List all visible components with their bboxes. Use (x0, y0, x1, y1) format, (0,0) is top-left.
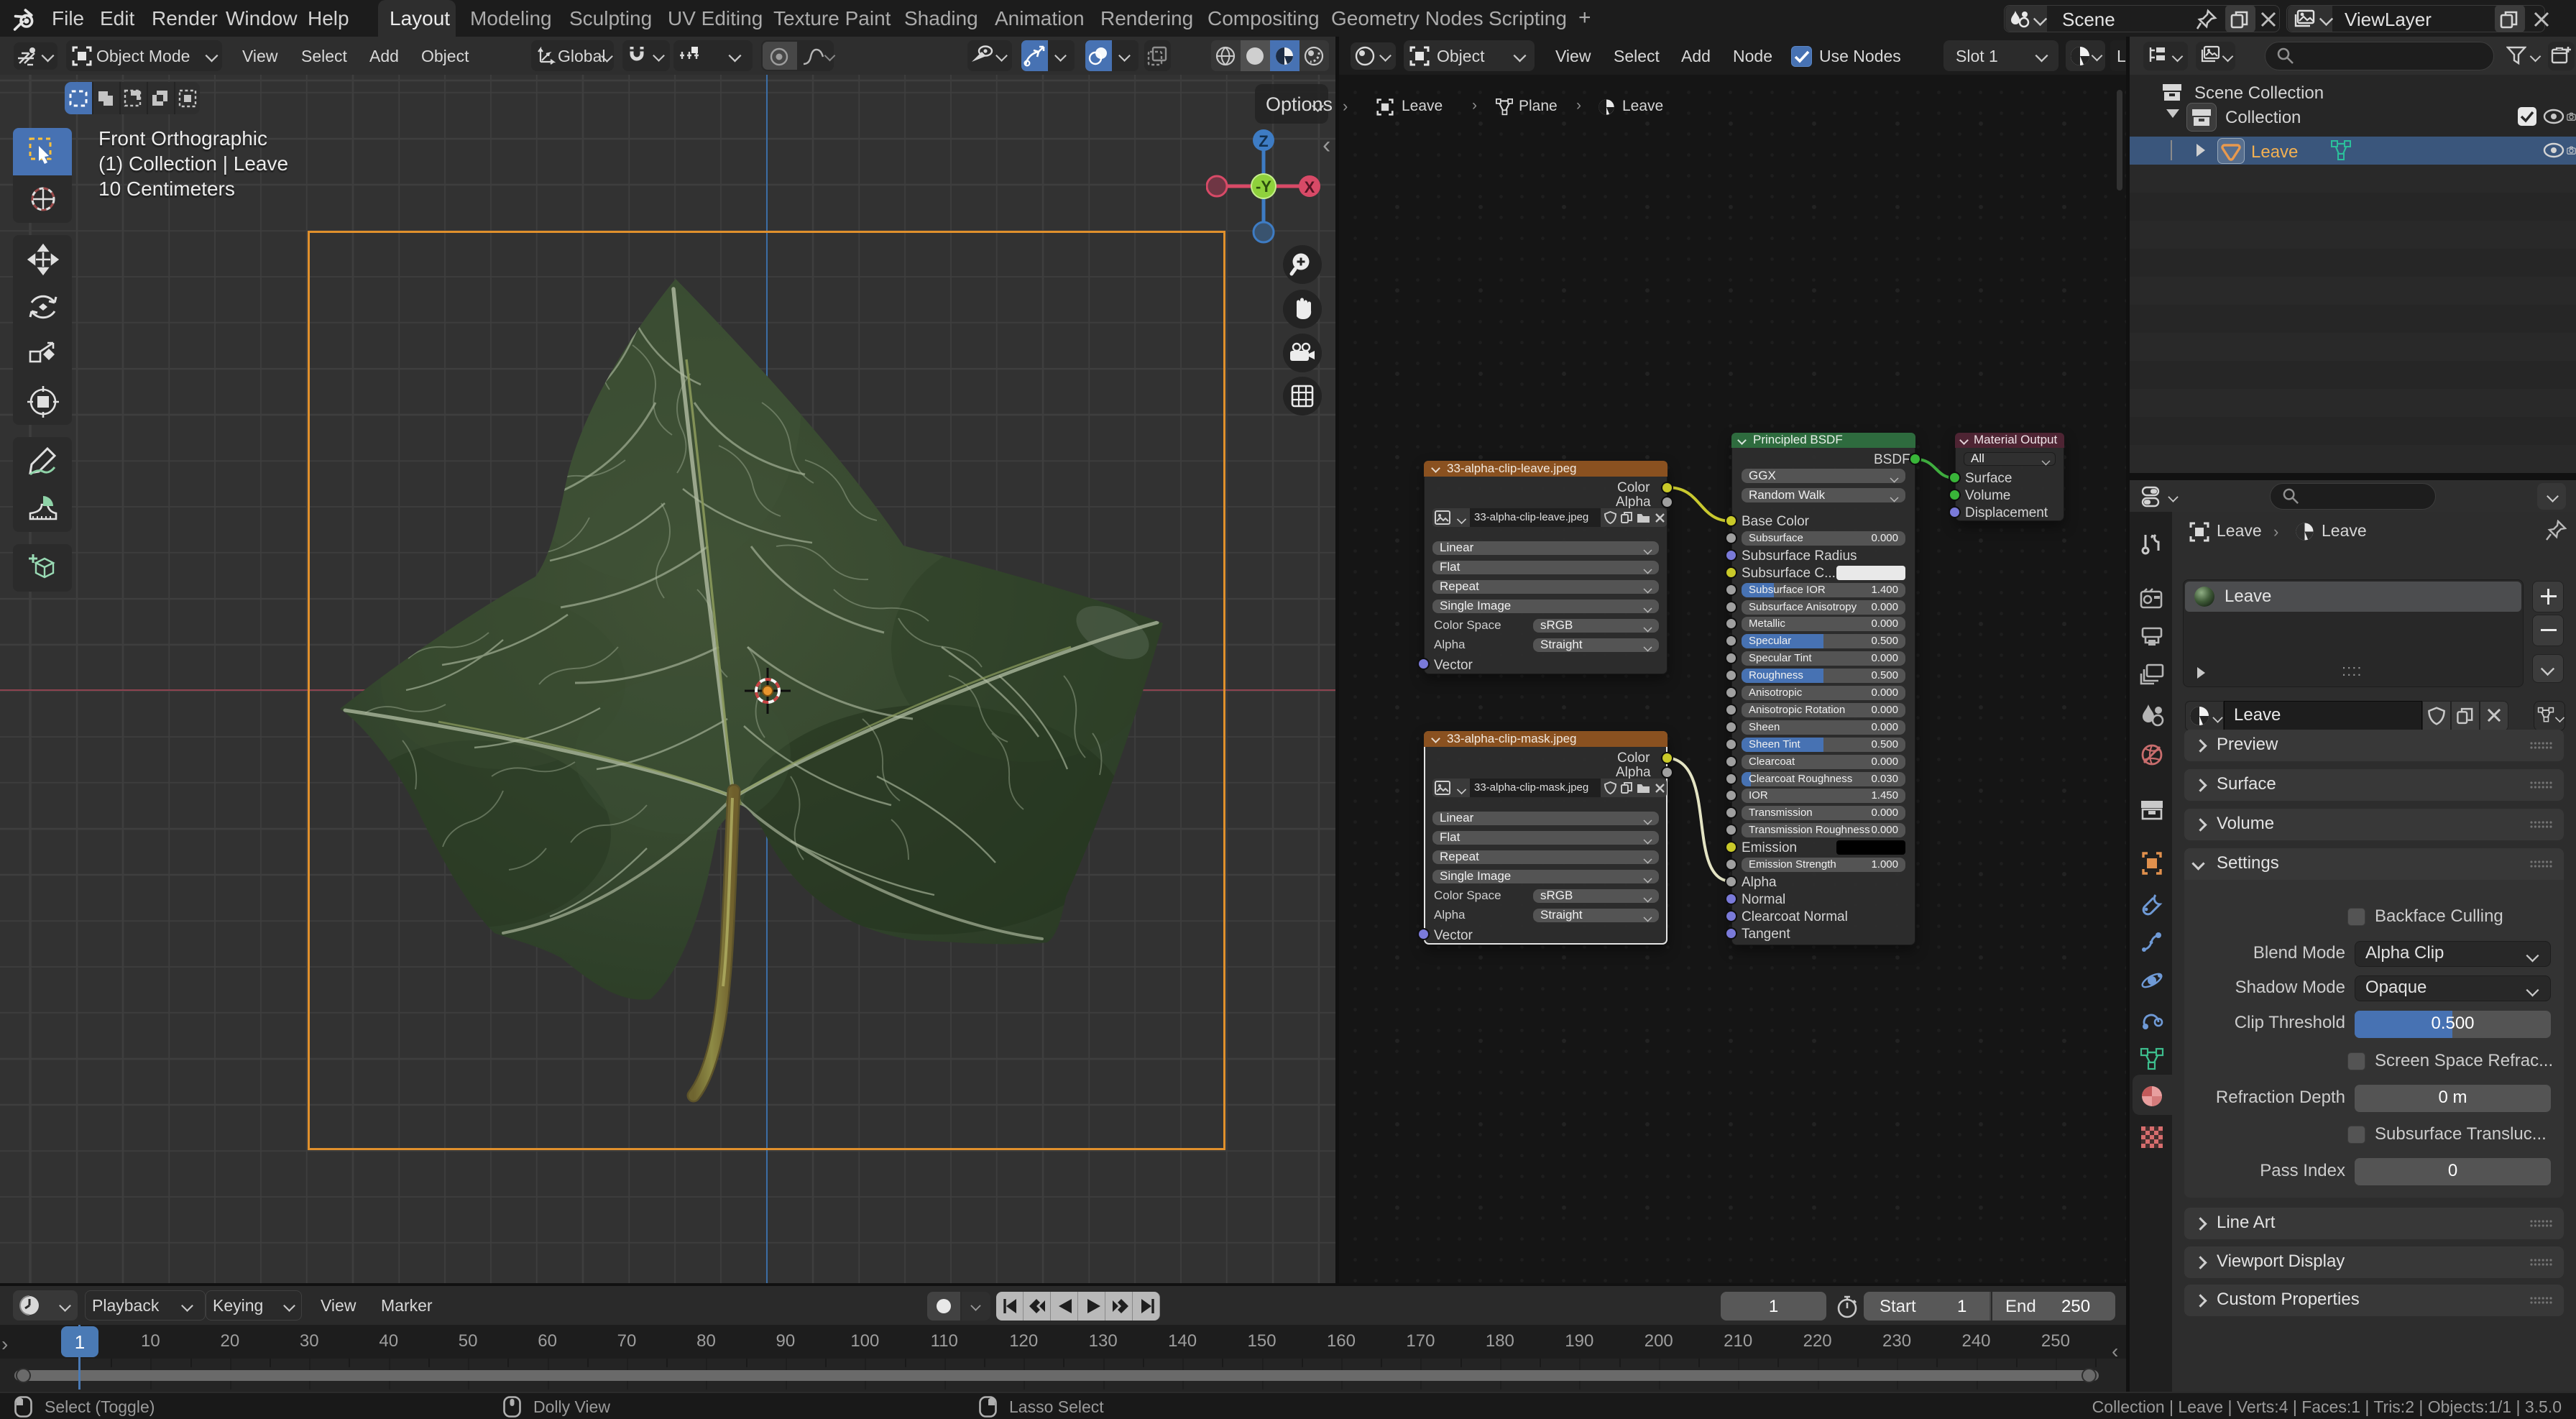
svg-text:X: X (1305, 178, 1315, 196)
svg-text:-Y: -Y (1256, 178, 1271, 196)
svg-text:Z: Z (1259, 132, 1268, 150)
